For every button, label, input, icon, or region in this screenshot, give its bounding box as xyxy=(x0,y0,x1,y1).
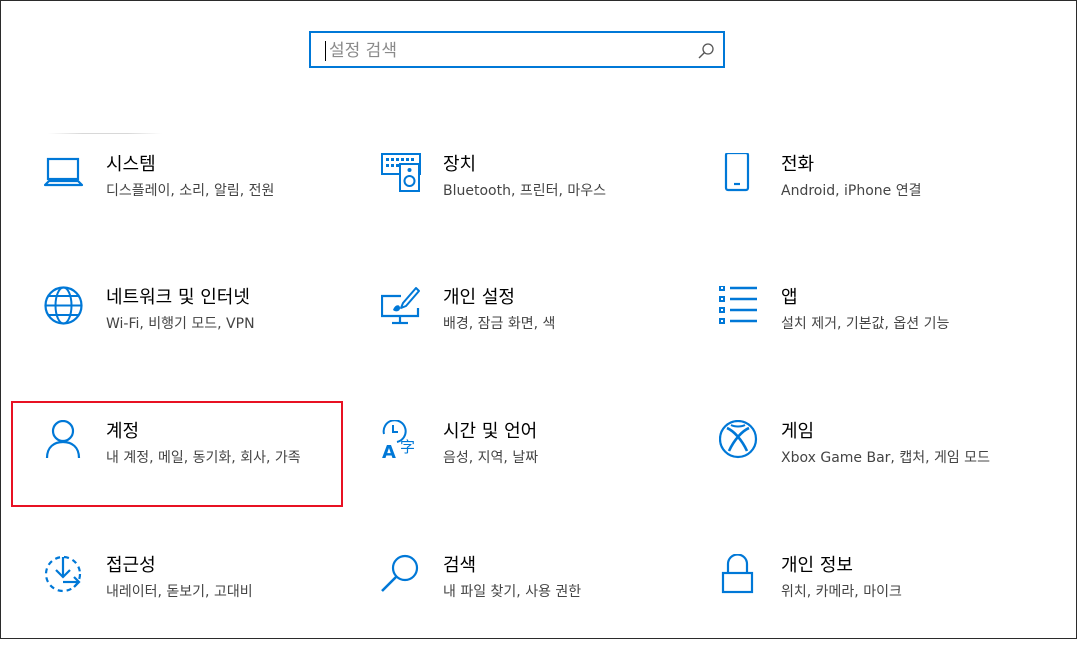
tile-apps[interactable]: 앱 설치 제거, 기본값, 옵션 기능 xyxy=(719,286,1049,386)
tile-title: 장치 xyxy=(443,154,477,175)
tile-title: 접근성 xyxy=(106,555,156,576)
tile-title: 시간 및 언어 xyxy=(443,421,538,442)
tile-title: 시스템 xyxy=(106,154,156,175)
tile-description: 내레이터, 돋보기, 고대비 xyxy=(106,584,253,600)
laptop-icon xyxy=(44,153,84,193)
search-placeholder: 설정 검색 xyxy=(329,41,397,61)
tile-gaming[interactable]: 게임 Xbox Game Bar, 캡처, 게임 모드 xyxy=(719,420,1049,520)
tile-phone[interactable]: 전화 Android, iPhone 연결 xyxy=(719,153,1049,253)
tile-description: 내 파일 찾기, 사용 권한 xyxy=(443,584,582,600)
tile-description: 음성, 지역, 날짜 xyxy=(443,450,539,466)
globe-icon xyxy=(44,286,84,326)
tile-ease-of-access[interactable]: 접근성 내레이터, 돋보기, 고대비 xyxy=(44,554,374,654)
tile-title: 개인 설정 xyxy=(443,287,515,308)
xbox-icon xyxy=(719,420,759,460)
search-settings-input[interactable]: 설정 검색 xyxy=(309,31,725,68)
apps-list-icon xyxy=(719,286,759,326)
tile-description: Xbox Game Bar, 캡처, 게임 모드 xyxy=(781,450,990,466)
personalization-icon xyxy=(381,286,421,326)
tile-title: 게임 xyxy=(781,421,815,442)
section-divider xyxy=(48,133,162,134)
tile-title: 개인 정보 xyxy=(781,555,853,576)
tile-description: Bluetooth, 프린터, 마우스 xyxy=(443,183,607,199)
tile-network[interactable]: 네트워크 및 인터넷 Wi-Fi, 비행기 모드, VPN xyxy=(44,286,374,386)
devices-icon xyxy=(381,153,421,193)
tile-personalization[interactable]: 개인 설정 배경, 잠금 화면, 색 xyxy=(381,286,711,386)
svg-text:字: 字 xyxy=(400,438,415,456)
tile-time-language[interactable]: A 字 시간 및 언어 음성, 지역, 날짜 xyxy=(381,420,711,520)
tile-description: Wi-Fi, 비행기 모드, VPN xyxy=(106,316,255,332)
tile-description: 위치, 카메라, 마이크 xyxy=(781,584,902,600)
tile-title: 전화 xyxy=(781,154,815,175)
time-language-icon: A 字 xyxy=(381,420,421,460)
search-icon xyxy=(697,42,715,60)
lock-icon xyxy=(719,554,759,594)
tile-description: 배경, 잠금 화면, 색 xyxy=(443,316,556,332)
tile-title: 검색 xyxy=(443,555,477,576)
tile-title: 앱 xyxy=(781,287,798,308)
tile-privacy[interactable]: 개인 정보 위치, 카메라, 마이크 xyxy=(719,554,1049,654)
tile-devices[interactable]: 장치 Bluetooth, 프린터, 마우스 xyxy=(381,153,711,253)
tile-system[interactable]: 시스템 디스플레이, 소리, 알림, 전원 xyxy=(44,153,374,253)
search-magnifier-icon xyxy=(381,554,421,594)
selection-highlight xyxy=(11,401,343,507)
svg-text:A: A xyxy=(382,442,396,460)
tile-search[interactable]: 검색 내 파일 찾기, 사용 권한 xyxy=(381,554,711,654)
phone-icon xyxy=(719,153,759,193)
text-caret xyxy=(325,41,326,61)
ease-of-access-icon xyxy=(44,554,84,594)
tile-description: Android, iPhone 연결 xyxy=(781,183,922,199)
tile-description: 디스플레이, 소리, 알림, 전원 xyxy=(106,183,275,199)
tile-title: 네트워크 및 인터넷 xyxy=(106,287,250,308)
tile-description: 설치 제거, 기본값, 옵션 기능 xyxy=(781,316,950,332)
